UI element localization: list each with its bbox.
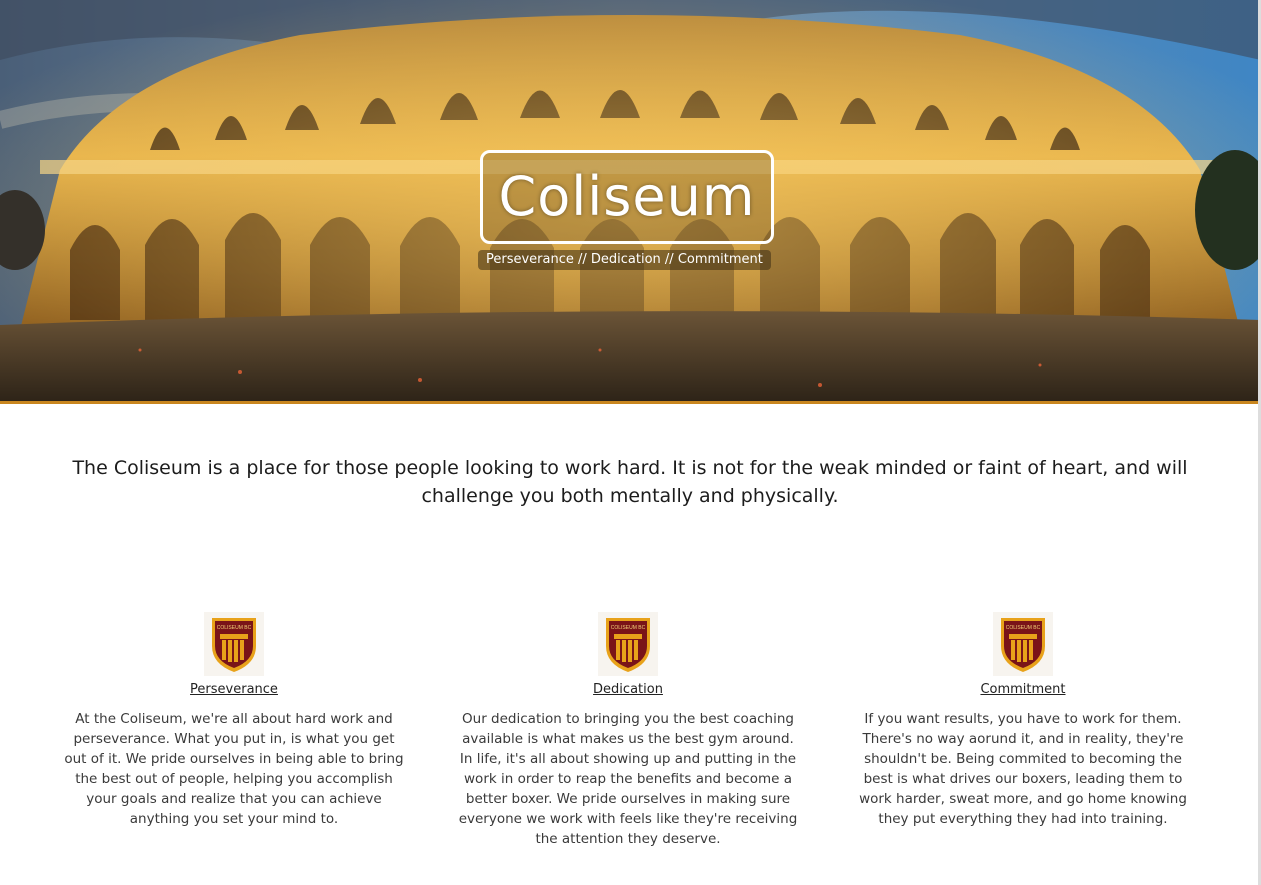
feature-title-perseverance[interactable]: Perseverance	[190, 682, 278, 697]
coliseum-crest-icon: COLISEUM BC	[204, 612, 264, 676]
feature-text-commitment: If you want results, you have to work fo…	[859, 711, 1187, 827]
feature-text-perseverance: At the Coliseum, we're all about hard wo…	[64, 711, 404, 827]
coliseum-crest-icon: COLISEUM BC	[993, 612, 1053, 676]
svg-text:COLISEUM BC: COLISEUM BC	[1006, 625, 1041, 631]
site-title: Coliseum	[498, 165, 756, 228]
feature-text-dedication: Our dedication to bringing you the best …	[458, 711, 798, 847]
feature-title-dedication[interactable]: Dedication	[593, 682, 663, 697]
intro-text: The Coliseum is a place for those people…	[72, 457, 1188, 507]
feature-dedication: COLISEUM BC Dedication Our dedication to…	[458, 612, 798, 849]
hero-banner: Coliseum Perseverance // Dedication // C…	[0, 0, 1261, 404]
svg-text:COLISEUM BC: COLISEUM BC	[611, 625, 646, 631]
site-title-box: Coliseum	[480, 150, 774, 244]
coliseum-crest-icon: COLISEUM BC	[598, 612, 658, 676]
svg-text:COLISEUM BC: COLISEUM BC	[217, 625, 252, 631]
site-tagline: Perseverance // Dedication // Commitment	[478, 250, 771, 270]
feature-commitment: COLISEUM BC Commitment If you want resul…	[853, 612, 1193, 829]
feature-perseverance: COLISEUM BC Perseverance At the Coliseum…	[64, 612, 404, 829]
feature-title-commitment[interactable]: Commitment	[980, 682, 1065, 697]
